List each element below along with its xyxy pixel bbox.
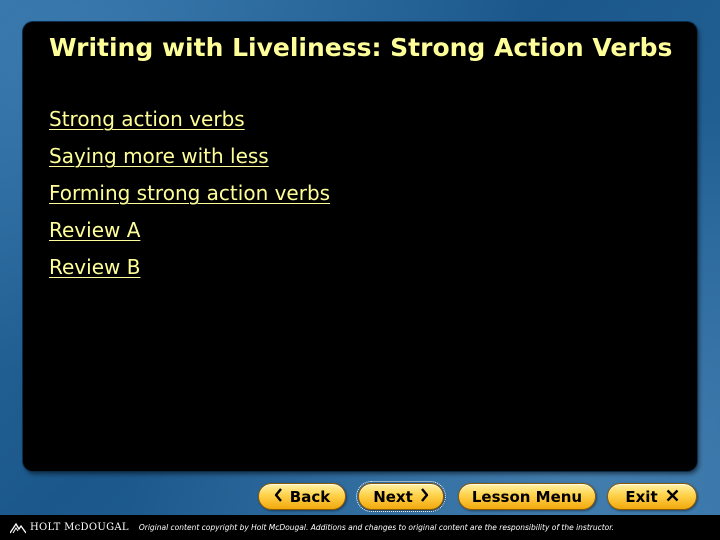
chevron-left-icon bbox=[274, 488, 283, 505]
copyright-note: Original content copyright by Holt McDou… bbox=[138, 523, 615, 532]
footer: HOLT McDOUGAL Original content copyright… bbox=[0, 515, 720, 540]
exit-button-label: Exit bbox=[625, 487, 658, 506]
slide-title: Writing with Liveliness: Strong Action V… bbox=[49, 33, 673, 62]
list-item: Review B bbox=[49, 254, 330, 291]
link-review-b[interactable]: Review B bbox=[49, 255, 140, 279]
exit-button[interactable]: Exit bbox=[607, 483, 697, 510]
navigation-bar: Back Next Lesson Menu Exit bbox=[0, 481, 720, 512]
list-item: Review A bbox=[49, 217, 330, 254]
link-forming-strong-action-verbs[interactable]: Forming strong action verbs bbox=[49, 181, 330, 205]
chevron-right-icon bbox=[420, 488, 429, 505]
link-review-a[interactable]: Review A bbox=[49, 218, 140, 242]
next-button-label: Next bbox=[373, 487, 413, 506]
publisher-logo-text: HOLT McDOUGAL bbox=[30, 522, 129, 533]
lesson-menu-button[interactable]: Lesson Menu bbox=[458, 483, 596, 510]
list-item: Saying more with less bbox=[49, 143, 330, 180]
mountain-logo-icon bbox=[10, 522, 26, 533]
slide-panel: Writing with Liveliness: Strong Action V… bbox=[23, 22, 697, 471]
link-strong-action-verbs[interactable]: Strong action verbs bbox=[49, 107, 245, 131]
close-icon bbox=[666, 489, 679, 505]
list-item: Strong action verbs bbox=[49, 106, 330, 143]
next-button[interactable]: Next bbox=[356, 481, 446, 512]
link-saying-more-with-less[interactable]: Saying more with less bbox=[49, 144, 269, 168]
list-item: Forming strong action verbs bbox=[49, 180, 330, 217]
lesson-menu-button-label: Lesson Menu bbox=[471, 487, 583, 506]
topic-link-list: Strong action verbs Saying more with les… bbox=[49, 106, 330, 291]
back-button[interactable]: Back bbox=[258, 483, 346, 510]
publisher-logo: HOLT McDOUGAL bbox=[10, 522, 129, 534]
back-button-label: Back bbox=[289, 487, 331, 506]
